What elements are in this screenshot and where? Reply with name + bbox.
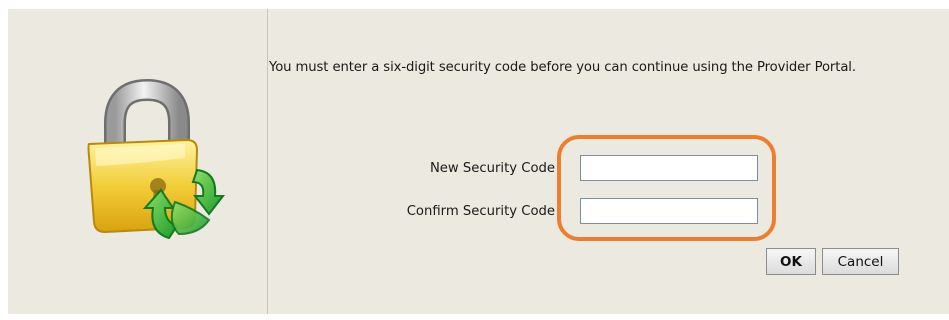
cancel-button[interactable]: Cancel	[822, 248, 899, 275]
confirm-security-code-label: Confirm Security Code	[406, 204, 555, 219]
input-highlight-annotation	[557, 135, 776, 241]
ok-button[interactable]: OK	[766, 248, 816, 275]
panel-divider	[267, 9, 268, 314]
lock-refresh-icon	[75, 78, 245, 248]
new-security-code-label: New Security Code	[429, 161, 555, 176]
instruction-message: You must enter a six-digit security code…	[269, 60, 856, 75]
